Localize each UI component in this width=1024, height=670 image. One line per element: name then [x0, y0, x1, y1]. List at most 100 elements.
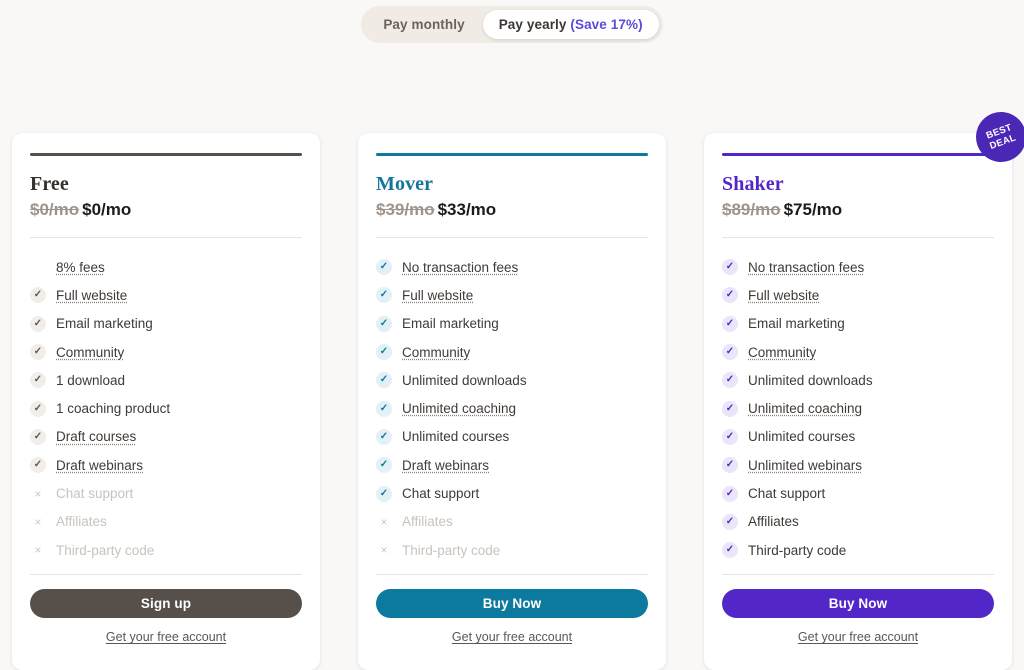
feature-item: ✓ Unlimited courses [376, 423, 648, 451]
free-account-link[interactable]: Get your free account [30, 630, 302, 644]
feature-label[interactable]: Unlimited coaching [748, 401, 862, 416]
plan-cta-button[interactable]: Buy Now [376, 589, 648, 619]
feature-label[interactable]: Community [56, 345, 124, 360]
feature-item: ✓ Unlimited coaching [376, 394, 648, 422]
feature-item: ✓ Chat support [722, 479, 994, 507]
feature-item: ✓ Third-party code [722, 536, 994, 564]
feature-label[interactable]: Unlimited webinars [748, 458, 862, 473]
feature-item: ✓ Email marketing [376, 310, 648, 338]
check-icon: ✓ [376, 259, 392, 276]
check-icon: ✓ [722, 315, 738, 332]
toggle-yearly-label: Pay yearly [498, 17, 567, 32]
feature-label: Affiliates [748, 514, 799, 530]
feature-label[interactable]: Community [748, 345, 816, 360]
check-icon: ✓ [30, 400, 46, 417]
feature-label: Chat support [56, 486, 134, 502]
feature-label: Unlimited courses [748, 429, 856, 445]
feature-label: Chat support [402, 486, 480, 502]
feature-label[interactable]: Full website [748, 288, 819, 303]
card-divider-top [376, 237, 648, 238]
feature-item: ✓ Unlimited courses [722, 423, 994, 451]
cross-icon: × [34, 486, 42, 501]
check-icon: ✓ [376, 400, 392, 417]
feature-item: ✓ Email marketing [30, 310, 302, 338]
feature-item: × Third-party code [30, 536, 302, 564]
feature-item: ✓ No transaction fees [722, 253, 994, 281]
feature-item: ✓ No transaction fees [376, 253, 648, 281]
check-icon: ✓ [722, 485, 738, 502]
cross-icon: × [380, 543, 388, 558]
feature-label[interactable]: No transaction fees [402, 260, 518, 275]
plan-name: Free [30, 173, 69, 195]
cross-icon: × [34, 543, 42, 558]
plan-price-row: $89/mo $75/mo [722, 200, 994, 220]
feature-item: ✓ Email marketing [722, 310, 994, 338]
plan-price-current: $0/mo [82, 200, 132, 219]
plan-name: Shaker [722, 173, 784, 195]
feature-label[interactable]: Full website [402, 288, 473, 303]
cross-icon: × [34, 514, 42, 529]
card-divider-bottom [376, 574, 648, 576]
check-icon: ✓ [722, 344, 738, 361]
feature-item: ✓ Affiliates [722, 508, 994, 536]
feature-label: Unlimited downloads [402, 372, 527, 388]
feature-label[interactable]: 8% fees [56, 260, 105, 275]
feature-item: ✓ Draft webinars [30, 451, 302, 479]
card-divider-top [722, 237, 994, 238]
plan-price-original: $39/mo [376, 200, 435, 219]
feature-label: Email marketing [402, 316, 499, 332]
check-icon: ✓ [376, 344, 392, 361]
check-icon: ✓ [376, 372, 392, 389]
check-icon: ✓ [30, 344, 46, 361]
feature-label: Unlimited downloads [748, 372, 873, 388]
plan-price-row: $39/mo $33/mo [376, 200, 648, 220]
feature-label[interactable]: Full website [56, 288, 127, 303]
check-icon: ✓ [30, 457, 46, 474]
feature-list: 8% fees ✓ Full website ✓ Email marketing ✓ Com… [30, 253, 302, 564]
toggle-option-monthly[interactable]: Pay monthly [365, 10, 482, 39]
check-icon: ✓ [722, 428, 738, 445]
feature-item: ✓ Unlimited coaching [722, 394, 994, 422]
toggle-monthly-label: Pay monthly [383, 17, 465, 32]
feature-item: ✓ Unlimited downloads [376, 366, 648, 394]
feature-label[interactable]: Draft courses [56, 429, 136, 444]
plan-cta-button[interactable]: Buy Now [722, 589, 994, 619]
feature-item: ✓ Full website [30, 281, 302, 309]
billing-toggle-wrapper: Pay monthly Pay yearly (Save 17%) [0, 0, 1024, 43]
feature-label[interactable]: Draft webinars [402, 458, 489, 473]
feature-item: × Third-party code [376, 536, 648, 564]
check-icon: ✓ [30, 287, 46, 304]
feature-label[interactable]: Community [402, 345, 470, 360]
toggle-yearly-save-label: (Save 17%) [570, 17, 643, 32]
feature-label[interactable]: Unlimited coaching [402, 401, 516, 416]
feature-item: ✓ Full website [376, 281, 648, 309]
free-account-link[interactable]: Get your free account [376, 630, 648, 644]
feature-item: ✓ Draft courses [30, 423, 302, 451]
cross-icon: × [380, 514, 388, 529]
feature-item: ✓ Chat support [376, 479, 648, 507]
feature-list: ✓ No transaction fees ✓ Full website ✓ Email … [376, 253, 648, 564]
check-icon: ✓ [376, 428, 392, 445]
best-deal-badge: BEST DEAL [968, 104, 1024, 170]
feature-label[interactable]: Draft webinars [56, 458, 143, 473]
plan-cta-button[interactable]: Sign up [30, 589, 302, 619]
check-icon: ✓ [30, 315, 46, 332]
card-accent-bar [30, 153, 302, 156]
feature-item: ✓ Unlimited downloads [722, 366, 994, 394]
check-icon: ✓ [30, 428, 46, 445]
feature-item: ✓ 1 coaching product [30, 394, 302, 422]
billing-period-toggle[interactable]: Pay monthly Pay yearly (Save 17%) [361, 6, 663, 43]
feature-item: 8% fees [30, 253, 302, 281]
check-icon: ✓ [722, 259, 738, 276]
feature-label: Email marketing [56, 316, 153, 332]
feature-item: ✓ Community [722, 338, 994, 366]
feature-label[interactable]: No transaction fees [748, 260, 864, 275]
feature-label: 1 download [56, 372, 126, 388]
feature-item: × Affiliates [30, 508, 302, 536]
spacer-icon [30, 259, 46, 275]
feature-label: Email marketing [748, 316, 845, 332]
plan-price-current: $75/mo [783, 200, 843, 219]
toggle-option-yearly[interactable]: Pay yearly (Save 17%) [482, 10, 659, 39]
free-account-link[interactable]: Get your free account [722, 630, 994, 644]
feature-label: Third-party code [56, 542, 155, 558]
